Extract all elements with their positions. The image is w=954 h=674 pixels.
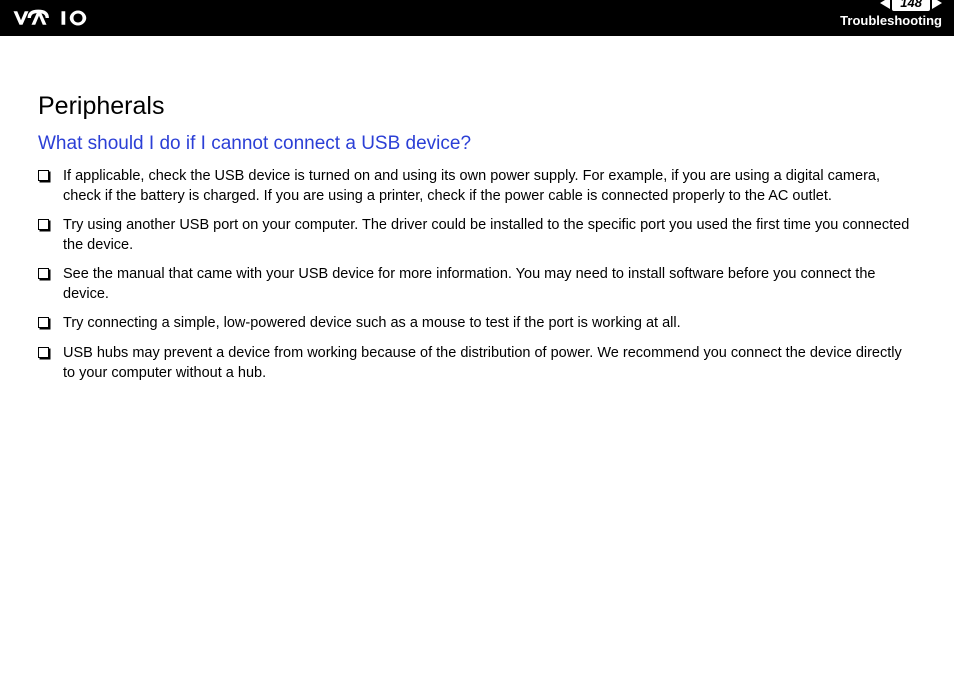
question-heading: What should I do if I cannot connect a U… [38,133,916,155]
list-item: Try using another USB port on your compu… [38,216,916,255]
page-number-badge: 148 [892,0,930,11]
bullet-square-icon [38,317,49,328]
section-label: Troubleshooting [840,13,942,28]
page-content: Peripherals What should I do if I cannot… [0,36,954,383]
list-item: USB hubs may prevent a device from worki… [38,344,916,383]
page-nav: 148 [880,0,942,11]
prev-page-arrow-icon[interactable] [880,0,890,9]
list-item: If applicable, check the USB device is t… [38,167,916,206]
bullet-square-icon [38,268,49,279]
page-title: Peripherals [38,92,916,121]
bullet-square-icon [38,219,49,230]
vaio-logo [12,8,102,28]
bullet-text: Try using another USB port on your compu… [63,216,916,255]
header-right: 148 Troubleshooting [840,9,942,28]
list-item: See the manual that came with your USB d… [38,265,916,304]
bullet-square-icon [38,170,49,181]
bullet-square-icon [38,347,49,358]
bullet-list: If applicable, check the USB device is t… [38,167,916,383]
bullet-text: If applicable, check the USB device is t… [63,167,916,206]
bullet-text: See the manual that came with your USB d… [63,265,916,304]
bullet-text: USB hubs may prevent a device from worki… [63,344,916,383]
list-item: Try connecting a simple, low-powered dev… [38,314,916,334]
next-page-arrow-icon[interactable] [932,0,942,9]
bullet-text: Try connecting a simple, low-powered dev… [63,314,916,334]
header-bar: 148 Troubleshooting [0,0,954,36]
